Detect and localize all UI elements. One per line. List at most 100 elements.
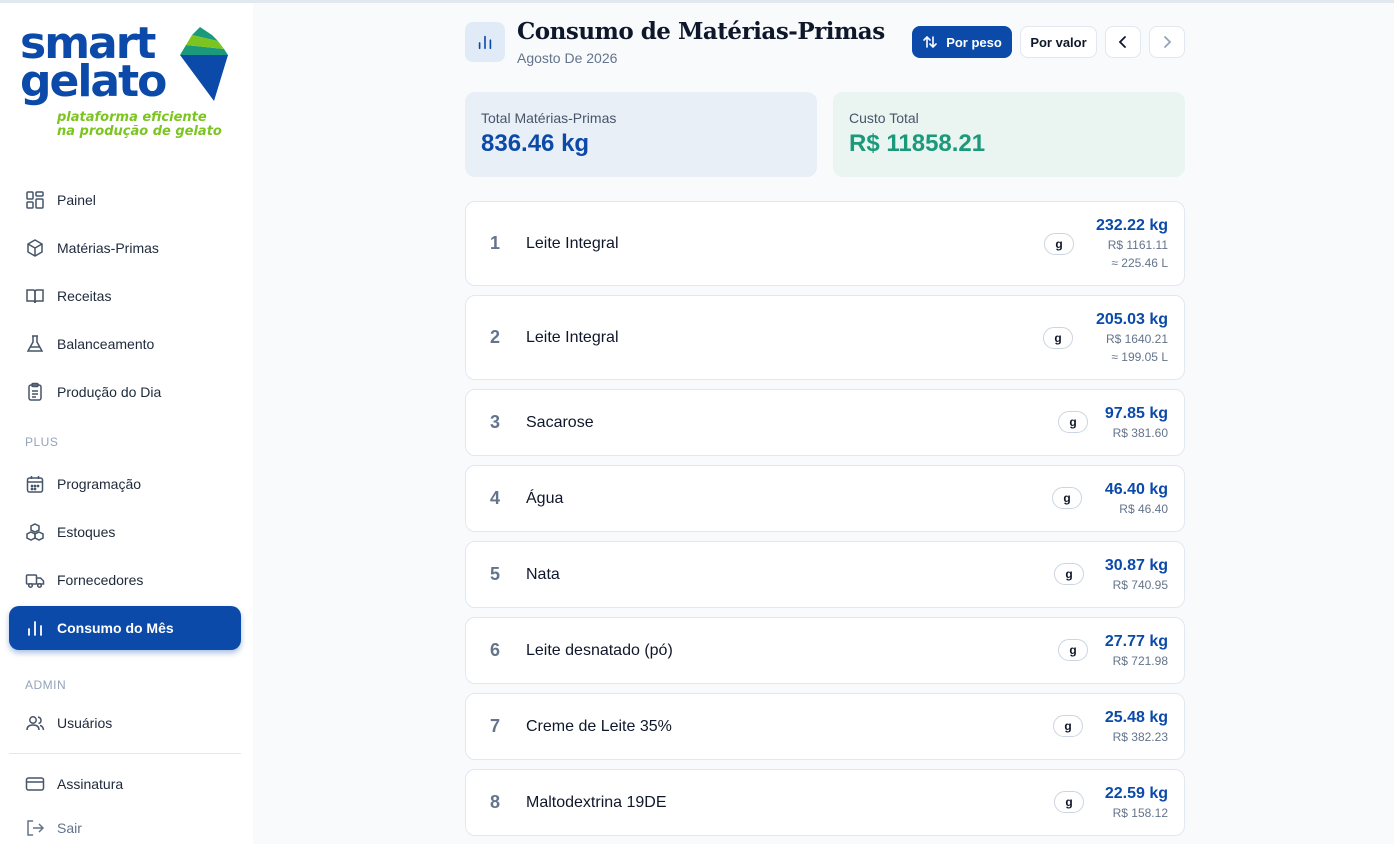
sidebar-item-painel[interactable]: Painel	[9, 178, 241, 222]
item-amounts: 232.22 kg R$ 1161.11 ≈ 225.46 L	[1096, 216, 1168, 272]
sidebar-item-balanceamento[interactable]: Balanceamento	[9, 322, 241, 366]
users-icon	[26, 716, 45, 731]
item-liters: ≈ 199.05 L	[1111, 350, 1168, 364]
page-title: Consumo de Matérias-Primas	[517, 18, 885, 45]
sidebar-item-label: Matérias-Primas	[57, 240, 159, 256]
sidebar-item-label: Balanceamento	[57, 336, 155, 352]
sort-by-value-button[interactable]: Por valor	[1020, 26, 1097, 58]
list-item[interactable]: 7 Creme de Leite 35% g 25.48 kg R$ 382.2…	[465, 693, 1185, 760]
item-price: R$ 1640.21	[1105, 332, 1168, 346]
sidebar-item-receitas[interactable]: Receitas	[9, 274, 241, 318]
dashboard-icon	[26, 191, 44, 209]
sidebar-item-estoques[interactable]: Estoques	[9, 510, 241, 554]
item-amounts: 27.77 kg R$ 721.98	[1105, 632, 1168, 670]
sidebar-item-usuarios[interactable]: Usuários	[9, 701, 241, 745]
item-amounts: 46.40 kg R$ 46.40	[1105, 480, 1168, 518]
unit-badge[interactable]: g	[1053, 715, 1083, 737]
sort-by-weight-label: Por peso	[946, 34, 1002, 50]
page-subtitle-period: Agosto De 2026	[517, 50, 618, 66]
total-weight-value: 836.46 kg	[481, 130, 590, 157]
unit-badge[interactable]: g	[1058, 411, 1088, 433]
list-item[interactable]: 8 Maltodextrina 19DE g 22.59 kg R$ 158.1…	[465, 769, 1185, 836]
smart-gelato-logo[interactable]: smart gelato plataforma eficiente na pro…	[20, 22, 232, 145]
clipboard-icon	[28, 382, 42, 401]
item-price: R$ 158.12	[1112, 806, 1168, 820]
unit-badge[interactable]: g	[1058, 639, 1088, 661]
calendar-icon	[26, 476, 44, 493]
item-quantity: 97.85 kg	[1104, 405, 1168, 422]
section-label-admin: ADMIN	[25, 678, 67, 692]
item-quantity: 27.77 kg	[1104, 633, 1168, 650]
list-item[interactable]: 4 Água g 46.40 kg R$ 46.40	[465, 465, 1185, 532]
book-icon	[26, 289, 44, 304]
item-name: Leite Integral	[526, 329, 619, 346]
unit-badge[interactable]: g	[1052, 487, 1082, 509]
total-weight-label: Total Matérias-Primas	[481, 110, 617, 126]
sidebar-item-label: Estoques	[57, 524, 116, 540]
item-name: Leite Integral	[526, 235, 619, 252]
sidebar-item-programacao[interactable]: Programação	[9, 462, 241, 506]
item-name: Sacarose	[526, 414, 594, 431]
sidebar-item-assinatura[interactable]: Assinatura	[9, 762, 241, 806]
item-quantity: 232.22 kg	[1095, 217, 1168, 234]
list-item[interactable]: 1 Leite Integral g 232.22 kg R$ 1161.11 …	[465, 201, 1185, 286]
sidebar-item-label: Receitas	[57, 288, 112, 304]
next-month-button[interactable]	[1149, 26, 1185, 58]
logo-word-gelato: gelato	[20, 56, 167, 107]
unit-badge[interactable]: g	[1044, 233, 1074, 255]
sidebar-item-label: Produção do Dia	[57, 384, 162, 400]
item-price: R$ 1161.11	[1107, 238, 1168, 252]
unit-badge[interactable]: g	[1054, 791, 1084, 813]
sidebar-item-sair[interactable]: Sair	[9, 806, 241, 844]
item-price: R$ 46.40	[1119, 502, 1168, 516]
bar-chart-icon	[28, 621, 42, 636]
unit-badge[interactable]: g	[1043, 327, 1073, 349]
list-item[interactable]: 3 Sacarose g 97.85 kg R$ 381.60	[465, 389, 1185, 456]
item-quantity: 46.40 kg	[1104, 481, 1168, 498]
sidebar-divider	[9, 753, 241, 754]
boxes-icon	[26, 523, 44, 541]
item-amounts: 22.59 kg R$ 158.12	[1105, 784, 1168, 822]
item-rank: 8	[490, 792, 501, 812]
item-price: R$ 381.60	[1112, 426, 1168, 440]
item-name: Água	[526, 490, 564, 507]
sidebar-item-label: Fornecedores	[57, 572, 144, 588]
previous-month-button[interactable]	[1105, 26, 1141, 58]
item-rank: 7	[490, 716, 501, 736]
unit-badge[interactable]: g	[1054, 563, 1084, 585]
sort-by-value-label: Por valor	[1030, 34, 1087, 50]
logo-tagline-line1: plataforma eficiente	[57, 110, 207, 125]
item-rank: 5	[490, 564, 501, 584]
total-cost-value: R$ 11858.21	[849, 130, 986, 157]
item-quantity: 22.59 kg	[1104, 785, 1168, 802]
item-rank: 1	[490, 233, 501, 253]
item-rank: 6	[490, 640, 501, 660]
item-price: R$ 721.98	[1112, 654, 1168, 668]
gelato-cone-icon	[180, 27, 228, 101]
item-name: Maltodextrina 19DE	[526, 794, 667, 811]
list-item[interactable]: 5 Nata g 30.87 kg R$ 740.95	[465, 541, 1185, 608]
item-amounts: 25.48 kg R$ 382.23	[1105, 708, 1168, 746]
chevron-right-icon	[1164, 36, 1172, 48]
item-rank: 2	[490, 327, 501, 347]
flask-icon	[26, 335, 44, 352]
sidebar-item-label: Consumo do Mês	[57, 620, 174, 636]
sidebar-item-consumo-do-mes[interactable]: Consumo do Mês	[9, 606, 241, 650]
list-item[interactable]: 2 Leite Integral g 205.03 kg R$ 1640.21 …	[465, 295, 1185, 380]
item-amounts: 205.03 kg R$ 1640.21 ≈ 199.05 L	[1096, 310, 1168, 366]
sidebar-item-materias-primas[interactable]: Matérias-Primas	[9, 226, 241, 270]
sidebar-item-label: Assinatura	[57, 776, 124, 792]
sidebar: smart gelato plataforma eficiente na pro…	[0, 3, 253, 844]
box-icon	[27, 239, 43, 257]
sidebar-item-producao-do-dia[interactable]: Produção do Dia	[9, 370, 241, 414]
item-quantity: 30.87 kg	[1104, 557, 1168, 574]
list-item[interactable]: 6 Leite desnatado (pó) g 27.77 kg R$ 721…	[465, 617, 1185, 684]
sidebar-item-label: Sair	[57, 820, 82, 836]
item-rank: 3	[490, 412, 501, 432]
sidebar-item-label: Painel	[57, 192, 96, 208]
sidebar-item-label: Programação	[57, 476, 142, 492]
sort-by-weight-button[interactable]: Por peso	[912, 26, 1012, 58]
total-cost-label: Custo Total	[849, 110, 919, 126]
item-rank: 4	[490, 488, 501, 508]
sidebar-item-fornecedores[interactable]: Fornecedores	[9, 558, 241, 602]
